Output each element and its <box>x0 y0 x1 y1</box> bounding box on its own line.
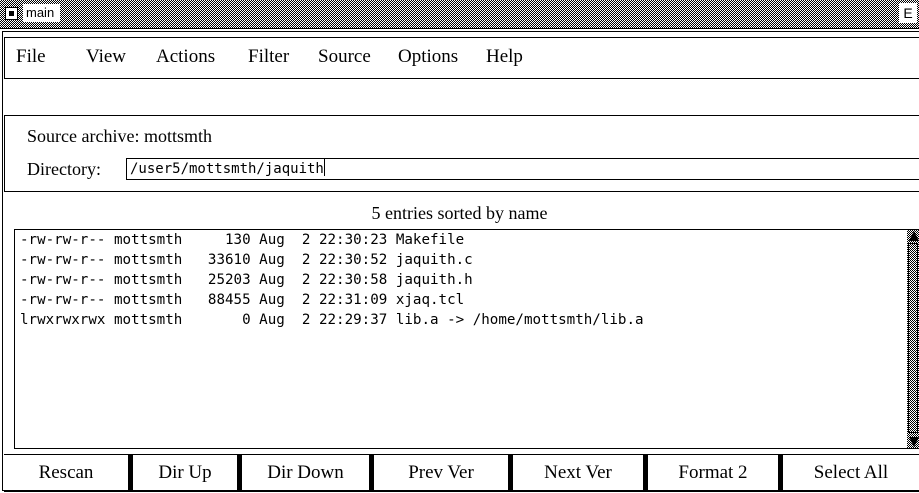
list-item[interactable]: lrwxrwxrwx mottsmth 0 Aug 2 22:29:37 lib… <box>20 310 644 330</box>
window-menu-button[interactable] <box>5 7 18 20</box>
dir-down-button[interactable]: Dir Down <box>242 455 374 492</box>
list-scrollbar[interactable] <box>907 229 919 449</box>
file-list[interactable]: -rw-rw-r-- mottsmth 130 Aug 2 22:30:23 M… <box>14 229 908 449</box>
button-bar: Rescan Dir Up Dir Down Prev Ver Next Ver… <box>4 454 919 492</box>
resize-icon[interactable]: E <box>899 3 917 23</box>
directory-value: /user5/mottsmth/jaquith <box>130 161 324 177</box>
menu-help[interactable]: Help <box>486 45 523 69</box>
list-item[interactable]: -rw-rw-r-- mottsmth 130 Aug 2 22:30:23 M… <box>20 230 464 250</box>
menu-actions[interactable]: Actions <box>156 45 215 69</box>
scroll-down-icon[interactable] <box>909 437 919 447</box>
list-item[interactable]: -rw-rw-r-- mottsmth 88455 Aug 2 22:31:09… <box>20 290 464 310</box>
window-menu-icon <box>9 11 14 16</box>
source-panel: Source archive: mottsmth Directory: /use… <box>4 115 919 192</box>
menu-bar: File View Actions Filter Source Options … <box>4 37 919 79</box>
list-item[interactable]: -rw-rw-r-- mottsmth 33610 Aug 2 22:30:52… <box>20 250 473 270</box>
menu-view[interactable]: View <box>86 45 126 69</box>
window-title: main <box>23 4 61 22</box>
scroll-thumb[interactable] <box>908 243 918 433</box>
list-item[interactable]: -rw-rw-r-- mottsmth 25203 Aug 2 22:30:58… <box>20 270 473 290</box>
directory-input[interactable]: /user5/mottsmth/jaquith <box>126 158 919 180</box>
menu-options[interactable]: Options <box>398 45 458 69</box>
menu-file[interactable]: File <box>16 45 46 69</box>
title-bar[interactable]: main E <box>0 0 919 29</box>
scroll-up-icon[interactable] <box>909 231 919 241</box>
text-caret <box>323 159 325 176</box>
select-all-button[interactable]: Select All <box>783 455 919 492</box>
menu-source[interactable]: Source <box>318 45 371 69</box>
prev-ver-button[interactable]: Prev Ver <box>374 455 513 492</box>
format-2-button[interactable]: Format 2 <box>648 455 783 492</box>
menu-filter[interactable]: Filter <box>248 45 289 69</box>
rescan-button[interactable]: Rescan <box>4 455 133 492</box>
entries-summary: 5 entries sorted by name <box>371 203 548 223</box>
dir-up-button[interactable]: Dir Up <box>133 455 242 492</box>
directory-label: Directory: <box>27 159 101 179</box>
next-ver-button[interactable]: Next Ver <box>513 455 648 492</box>
source-archive-label: Source archive: mottsmth <box>27 126 212 146</box>
